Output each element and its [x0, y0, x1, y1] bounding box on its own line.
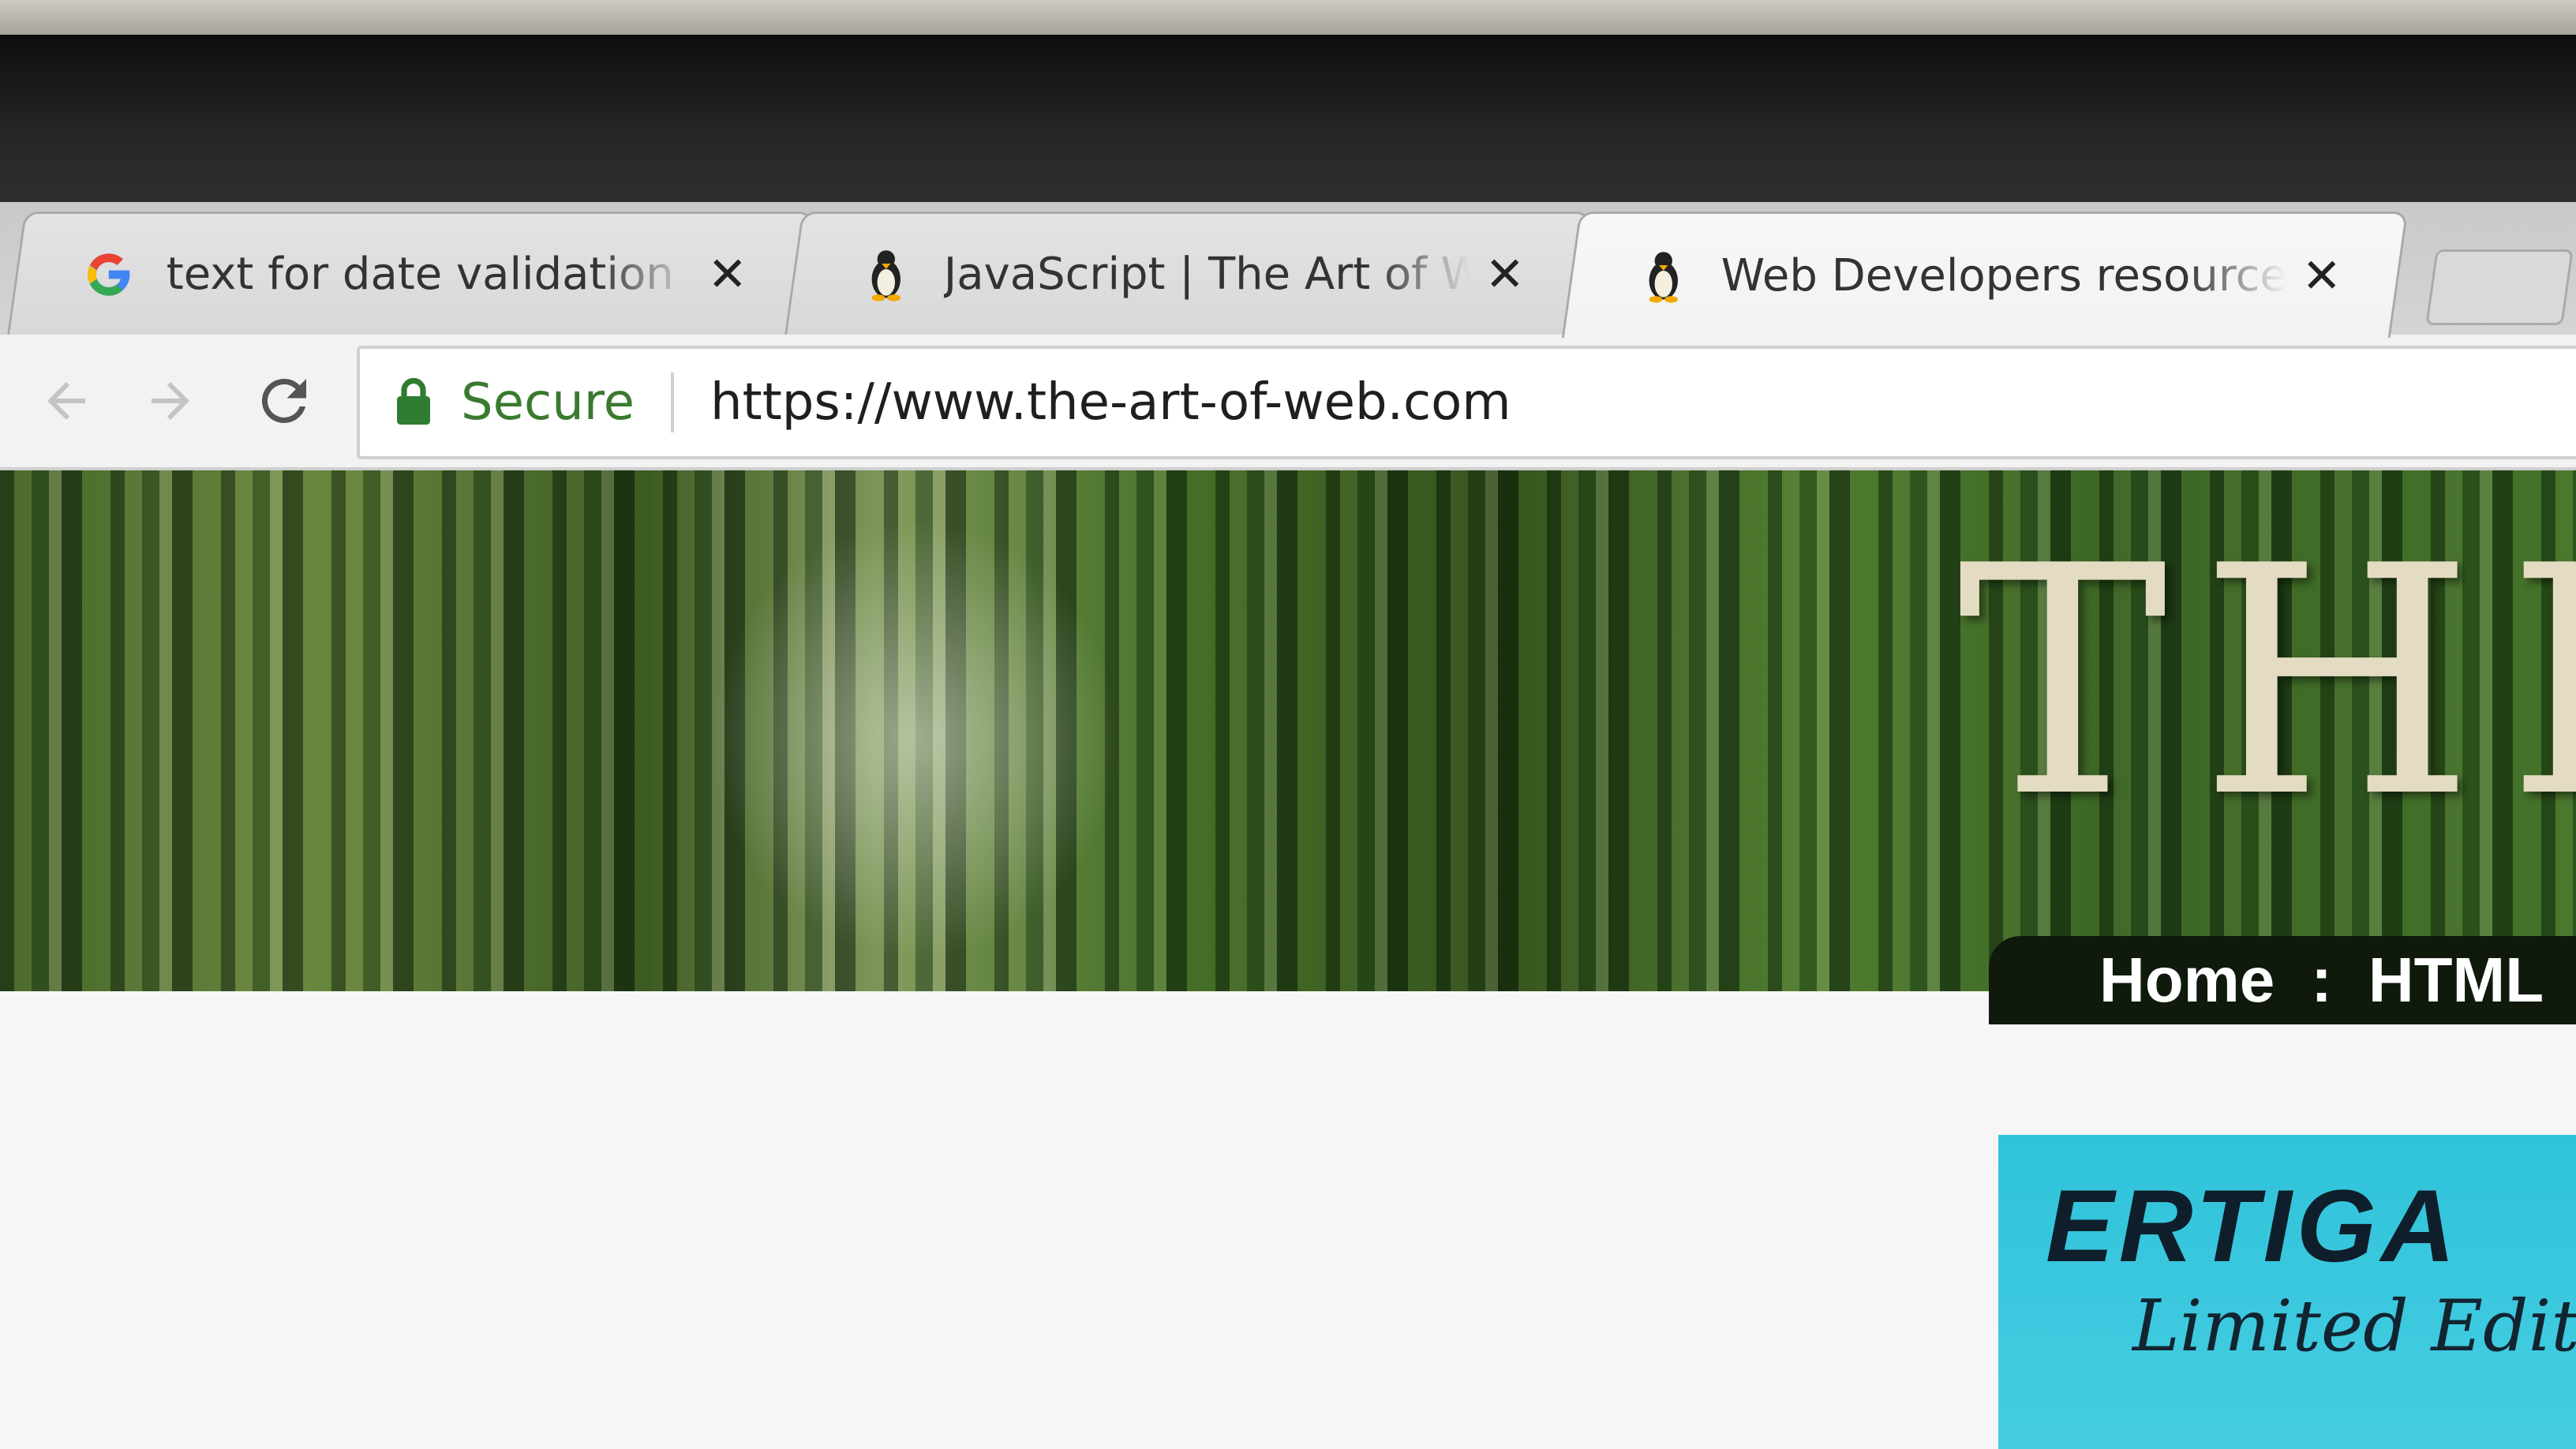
penguin-icon — [859, 247, 914, 302]
header-banner: THE Home : HTML — [0, 470, 2576, 1024]
monitor-bezel — [0, 35, 2576, 202]
tab-title: text for date validation in — [166, 249, 692, 300]
reload-icon[interactable] — [246, 363, 322, 439]
breadcrumb-home-link[interactable]: Home — [2099, 944, 2275, 1017]
back-arrow-icon[interactable] — [28, 363, 104, 439]
forward-arrow-icon[interactable] — [133, 363, 208, 439]
web-page: THE Home : HTML ERTIGA Limited Edition — [0, 470, 2576, 1449]
tab-strip: text for date validation in ✕ JavaScript… — [0, 202, 2576, 338]
tab-javascript-art-of-web[interactable]: JavaScript | The Art of Web ✕ — [784, 212, 1591, 335]
ad-brand: ERTIGA — [2046, 1168, 2460, 1283]
banner-light — [710, 518, 1121, 960]
ad-subtitle: Limited Edition — [2132, 1285, 2576, 1368]
tab-web-developers-resources[interactable]: Web Developers resources ✕ — [1561, 212, 2409, 338]
address-bar[interactable]: Secure https://www.the-art-of-web.com — [357, 346, 2576, 459]
close-tab-icon[interactable]: ✕ — [1470, 247, 1541, 302]
browser-toolbar: Secure https://www.the-art-of-web.com — [0, 335, 2576, 470]
url-text[interactable]: https://www.the-art-of-web.com — [710, 373, 1511, 432]
background-wall — [0, 0, 2576, 35]
breadcrumb-html-link[interactable]: HTML — [2368, 944, 2544, 1017]
close-tab-icon[interactable]: ✕ — [692, 247, 763, 302]
address-divider — [671, 373, 675, 432]
lock-icon — [395, 377, 432, 428]
advertisement-banner[interactable]: ERTIGA Limited Edition — [1998, 1135, 2576, 1449]
breadcrumb-separator: : — [2311, 945, 2332, 1015]
google-icon — [81, 247, 137, 302]
site-title: THE — [1957, 526, 2576, 841]
secure-label[interactable]: Secure — [461, 373, 635, 432]
new-tab-button[interactable] — [2425, 249, 2574, 325]
tab-title: Web Developers resources — [1720, 250, 2286, 301]
breadcrumb: Home : HTML — [1989, 936, 2576, 1024]
tab-date-validation[interactable]: text for date validation in ✕ — [7, 212, 814, 335]
penguin-icon — [1636, 249, 1691, 304]
close-tab-icon[interactable]: ✕ — [2286, 249, 2357, 304]
tab-title: JavaScript | The Art of Web — [943, 249, 1470, 300]
